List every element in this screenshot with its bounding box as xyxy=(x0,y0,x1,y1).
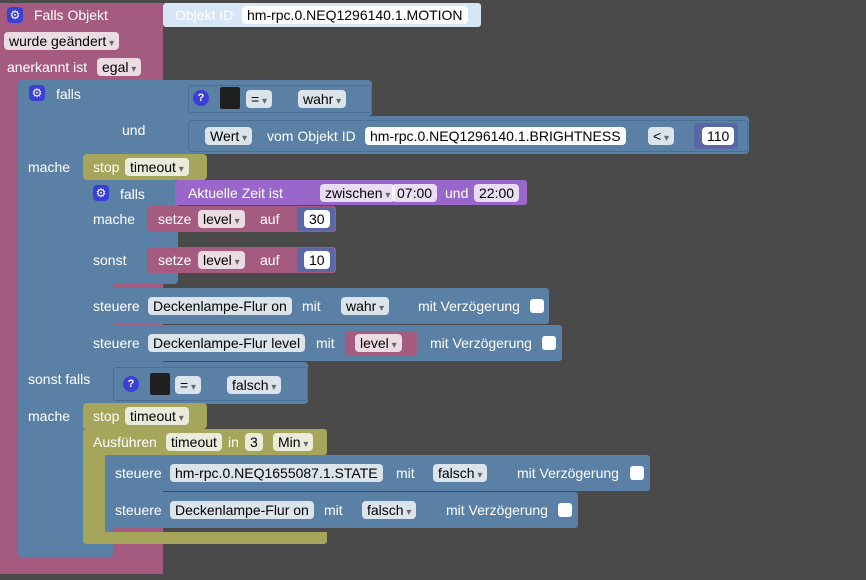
trigger-title: Falls Objekt xyxy=(34,7,108,23)
target2-field[interactable]: Deckenlampe-Flur on xyxy=(170,501,314,519)
mit-label: mit xyxy=(316,335,335,351)
delay-checkbox[interactable] xyxy=(542,336,556,350)
time-label: Aktuelle Zeit ist xyxy=(188,185,283,201)
mit-label: mit xyxy=(396,465,415,481)
delay-label: mit Verzögerung xyxy=(430,335,532,351)
delay-label: mit Verzögerung xyxy=(517,465,619,481)
delay-checkbox[interactable] xyxy=(630,466,644,480)
stop-label: stop xyxy=(93,159,120,175)
else-stop-label: stop xyxy=(93,408,120,424)
lt-operator[interactable]: < xyxy=(648,127,674,145)
else-compare-operator[interactable]: = xyxy=(175,376,201,394)
auf-label: auf xyxy=(260,211,280,227)
setze-label: setze xyxy=(158,252,192,268)
time-mode-dropdown[interactable]: zwischen xyxy=(320,184,396,202)
run-timer-field[interactable]: timeout xyxy=(166,433,222,451)
steuere-label: steuere xyxy=(115,502,162,518)
else-timer-dropdown[interactable]: timeout xyxy=(125,407,189,425)
var-dropdown[interactable]: level xyxy=(198,251,245,269)
threshold-value[interactable]: 110 xyxy=(702,127,735,145)
object-id-label: Objekt ID xyxy=(175,7,234,23)
gear-icon[interactable]: ⚙ xyxy=(93,185,109,201)
level-night-value[interactable]: 10 xyxy=(304,251,330,269)
brightness-object-field[interactable]: hm-rpc.0.NEQ1296140.1.BRIGHTNESS xyxy=(365,127,626,145)
time-from-field[interactable]: 07:00 xyxy=(392,184,438,202)
run-timeout-foot xyxy=(83,532,327,544)
target-level-field[interactable]: Deckenlampe-Flur level xyxy=(148,334,306,352)
else-if-label: sonst falls xyxy=(28,371,91,387)
trigger-block-foot xyxy=(0,562,163,574)
empty-input-slot[interactable] xyxy=(150,373,170,395)
delay-label: mit Verzögerung xyxy=(418,298,520,314)
ack-label: anerkannt ist xyxy=(7,59,88,75)
and-label: und xyxy=(122,122,146,138)
steuere-label: steuere xyxy=(93,298,140,314)
ack-dropdown[interactable]: egal xyxy=(97,58,142,76)
mache-label: mache xyxy=(28,159,71,175)
else-mache-label: mache xyxy=(28,408,71,424)
compare-value[interactable]: wahr xyxy=(298,90,347,108)
delay-label: mit Verzögerung xyxy=(446,502,548,518)
delay-unit-dropdown[interactable]: Min xyxy=(273,433,314,451)
gear-icon[interactable]: ⚙ xyxy=(7,7,23,23)
else-compare-value[interactable]: falsch xyxy=(227,376,282,394)
object-id-field[interactable]: hm-rpc.0.NEQ1296140.1.MOTION xyxy=(242,6,468,24)
steuere-label: steuere xyxy=(93,335,140,351)
mit-label: mit xyxy=(302,298,321,314)
level-day-value[interactable]: 30 xyxy=(304,210,330,228)
run-label: Ausführen xyxy=(93,434,157,450)
time-to-field[interactable]: 22:00 xyxy=(474,184,520,202)
if-falls-label: falls xyxy=(56,86,81,102)
target-on-field[interactable]: Deckenlampe-Flur on xyxy=(148,297,292,315)
gear-icon[interactable]: ⚙ xyxy=(29,85,45,101)
time-und-label: und xyxy=(445,185,469,201)
delay-checkbox[interactable] xyxy=(530,299,544,313)
sonst-label: sonst xyxy=(93,252,127,268)
in-label: in xyxy=(228,434,239,450)
help-icon[interactable]: ? xyxy=(123,376,139,392)
level-var-dropdown[interactable]: level xyxy=(355,334,402,352)
delay-checkbox[interactable] xyxy=(558,503,572,517)
from-object-label: vom Objekt ID xyxy=(267,128,356,144)
value2-dropdown[interactable]: falsch xyxy=(362,501,417,519)
change-mode-dropdown[interactable]: wurde geändert xyxy=(4,32,120,50)
wert-dropdown[interactable]: Wert xyxy=(205,127,253,145)
inner-falls-label: falls xyxy=(120,186,145,202)
setze-label: setze xyxy=(158,211,192,227)
compare-operator[interactable]: = xyxy=(246,90,272,108)
var-dropdown[interactable]: level xyxy=(198,210,245,228)
delay-amount-field[interactable]: 3 xyxy=(245,433,263,451)
empty-input-slot[interactable] xyxy=(220,87,240,109)
timer-dropdown[interactable]: timeout xyxy=(125,158,189,176)
mit-label: mit xyxy=(324,502,343,518)
inner-mache-label: mache xyxy=(93,211,136,227)
value1-dropdown[interactable]: falsch xyxy=(433,464,488,482)
target1-field[interactable]: hm-rpc.0.NEQ1655087.1.STATE xyxy=(170,464,383,482)
help-icon[interactable]: ? xyxy=(193,90,209,106)
steuere-label: steuere xyxy=(115,465,162,481)
auf-label: auf xyxy=(260,252,280,268)
on-value-dropdown[interactable]: wahr xyxy=(341,297,390,315)
